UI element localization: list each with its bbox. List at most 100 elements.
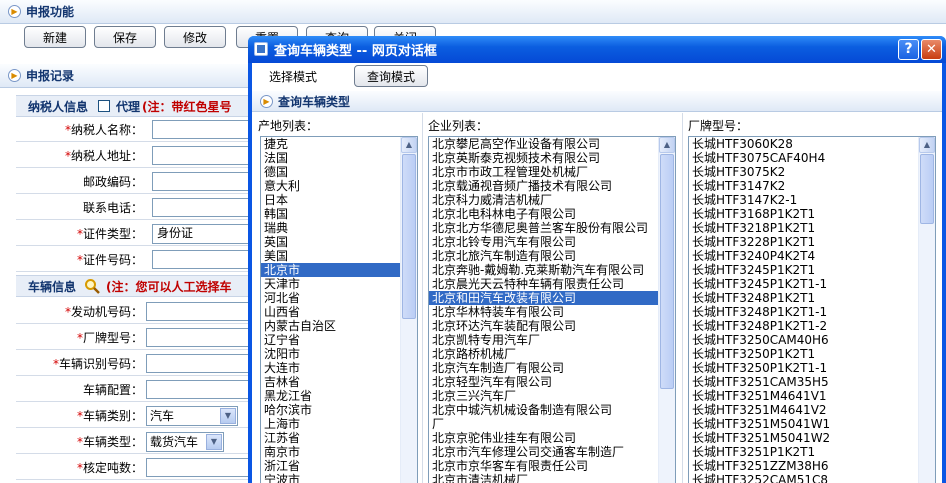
list-item[interactable]: 长城HTF3250P1K2T1-1	[689, 361, 935, 375]
list-item[interactable]: 长城HTF3075K2	[689, 165, 935, 179]
list-item[interactable]: 沈阳市	[261, 347, 417, 361]
vehicle-input-1[interactable]	[146, 328, 252, 347]
list-item[interactable]: 长城HTF3147K2	[689, 179, 935, 193]
taxpayer-input-2[interactable]	[152, 172, 252, 191]
list-item[interactable]: 长城HTF3250CAM40H6	[689, 333, 935, 347]
new-button[interactable]: 新建	[24, 26, 86, 48]
list-item[interactable]: 吉林省	[261, 375, 417, 389]
list-item[interactable]: 北京市京华客车有限责任公司	[429, 459, 675, 473]
list-item[interactable]: 北京奔驰-戴姆勒.克莱斯勒汽车有限公司	[429, 263, 675, 277]
taxpayer-input-1[interactable]	[152, 146, 252, 165]
list-item[interactable]: 北京市	[261, 263, 417, 277]
scroll-up-icon[interactable]: ▲	[401, 137, 417, 153]
list-item[interactable]: 天津市	[261, 277, 417, 291]
list-item[interactable]: 北京晨光天云特种车辆有限责任公司	[429, 277, 675, 291]
list-item[interactable]: 北京市汽车修理公司交通客车制造厂	[429, 445, 675, 459]
list-item[interactable]: 北京凯特专用汽车厂	[429, 333, 675, 347]
list-item[interactable]: 北京汽车制造厂有限公司	[429, 361, 675, 375]
list-item[interactable]: 北京北铃专用汽车有限公司	[429, 235, 675, 249]
list-item[interactable]: 瑞典	[261, 221, 417, 235]
list-item[interactable]: 哈尔滨市	[261, 403, 417, 417]
vertical-scrollbar[interactable]: ▲	[918, 137, 935, 483]
list-item[interactable]: 长城HTF3075CAF40H4	[689, 151, 935, 165]
list-item[interactable]: 山西省	[261, 305, 417, 319]
list-item[interactable]: 长城HTF3251CAM35H5	[689, 375, 935, 389]
chevron-down-icon[interactable]: ▼	[206, 434, 222, 450]
scroll-thumb[interactable]	[920, 154, 934, 224]
list-item[interactable]: 法国	[261, 151, 417, 165]
list-item[interactable]: 长城HTF3248P1K2T1	[689, 291, 935, 305]
list-item[interactable]: 北京北电科林电子有限公司	[429, 207, 675, 221]
list-item[interactable]: 长城HTF3251M4641V2	[689, 403, 935, 417]
list-item[interactable]: 北京环达汽车装配有限公司	[429, 319, 675, 333]
list-item[interactable]: 德国	[261, 165, 417, 179]
list-item[interactable]: 上海市	[261, 417, 417, 431]
list-item[interactable]: 长城HTF3240P4K2T4	[689, 249, 935, 263]
vehicle-category-select[interactable]: 汽车 ▼	[146, 406, 238, 426]
list-item[interactable]: 北京和田汽车改装有限公司	[429, 291, 675, 305]
list-item[interactable]: 长城HTF3245P1K2T1-1	[689, 277, 935, 291]
list-item[interactable]: 长城HTF3060K28	[689, 137, 935, 151]
save-button[interactable]: 保存	[94, 26, 156, 48]
list-item[interactable]: 韩国	[261, 207, 417, 221]
list-item[interactable]: 内蒙古自治区	[261, 319, 417, 333]
dialog-titlebar[interactable]: 查询车辆类型 -- 网页对话框	[248, 36, 946, 63]
tab-select-mode[interactable]: 选择模式	[258, 65, 328, 87]
list-item[interactable]: 长城HTF3250P1K2T1	[689, 347, 935, 361]
list-item[interactable]: 意大利	[261, 179, 417, 193]
list-item[interactable]: 长城HTF3248P1K2T1-1	[689, 305, 935, 319]
close-button[interactable]: ✕	[921, 39, 942, 60]
list-item[interactable]: 长城HTF3251M5041W1	[689, 417, 935, 431]
taxpayer-input-5[interactable]	[152, 250, 252, 269]
list-item[interactable]: 捷克	[261, 137, 417, 151]
list-item[interactable]: 英国	[261, 235, 417, 249]
list-item[interactable]: 美国	[261, 249, 417, 263]
vehicle-input-3[interactable]	[146, 380, 252, 399]
agent-checkbox[interactable]	[98, 100, 111, 112]
list-item[interactable]: 日本	[261, 193, 417, 207]
model-list[interactable]: 长城HTF3060K28 长城HTF3075CAF40H4 长城HTF3075K2 长…	[688, 136, 936, 483]
edit-button[interactable]: 修改	[164, 26, 226, 48]
list-item[interactable]: 北京科力威清洁机械厂	[429, 193, 675, 207]
list-item[interactable]: 北京攀尼高空作业设备有限公司	[429, 137, 675, 151]
help-button[interactable]: ?	[898, 39, 919, 60]
company-list[interactable]: 北京攀尼高空作业设备有限公司 北京英斯泰克视频技术有限公司 北京市市政工程管理处机械…	[428, 136, 676, 483]
list-item[interactable]: 北京华林特装车有限公司	[429, 305, 675, 319]
list-item[interactable]: 长城HTF3147K2-1	[689, 193, 935, 207]
list-item[interactable]: 北京北方华德尼奥普兰客车股份有限公司	[429, 221, 675, 235]
scroll-thumb[interactable]	[660, 154, 674, 389]
list-item[interactable]: 长城HTF3251M5041W2	[689, 431, 935, 445]
vertical-scrollbar[interactable]: ▲	[658, 137, 675, 483]
list-item[interactable]: 北京三兴汽车厂	[429, 389, 675, 403]
list-item[interactable]: 辽宁省	[261, 333, 417, 347]
vehicle-type-select[interactable]: 载货汽车 ▼	[146, 432, 224, 452]
list-item[interactable]: 长城HTF3251M4641V1	[689, 389, 935, 403]
list-item[interactable]: 长城HTF3245P1K2T1	[689, 263, 935, 277]
list-item[interactable]: 长城HTF3168P1K2T1	[689, 207, 935, 221]
list-item[interactable]: 长城HTF3228P1K2T1	[689, 235, 935, 249]
vehicle-input-0[interactable]	[146, 302, 252, 321]
list-item[interactable]: 北京中城汽机械设备制造有限公司	[429, 403, 675, 417]
list-item[interactable]: 北京市市政工程管理处机械厂	[429, 165, 675, 179]
scroll-up-icon[interactable]: ▲	[919, 137, 935, 153]
list-item[interactable]: 长城HTF3251P1K2T1	[689, 445, 935, 459]
list-item[interactable]: 北京轻型汽车有限公司	[429, 375, 675, 389]
list-item[interactable]: 厂	[429, 417, 675, 431]
vehicle-input-2[interactable]	[146, 354, 252, 373]
tab-query-mode[interactable]: 查询模式	[354, 65, 428, 87]
list-item[interactable]: 长城HTF3248P1K2T1-2	[689, 319, 935, 333]
list-item[interactable]: 北京路桥机械厂	[429, 347, 675, 361]
vertical-scrollbar[interactable]: ▲	[400, 137, 417, 483]
list-item[interactable]: 长城HTF3251ZZM38H6	[689, 459, 935, 473]
list-item[interactable]: 北京市清洁机械厂	[429, 473, 675, 483]
list-item[interactable]: 北京英斯泰克视频技术有限公司	[429, 151, 675, 165]
list-item[interactable]: 黑龙江省	[261, 389, 417, 403]
list-item[interactable]: 长城HTF3218P1K2T1	[689, 221, 935, 235]
list-item[interactable]: 北京载通视音频广播技术有限公司	[429, 179, 675, 193]
list-item[interactable]: 北京京驼伟业挂车有限公司	[429, 431, 675, 445]
list-item[interactable]: 南京市	[261, 445, 417, 459]
list-item[interactable]: 宁波市	[261, 473, 417, 483]
list-item[interactable]: 北京北旅汽车制造有限公司	[429, 249, 675, 263]
scroll-thumb[interactable]	[402, 154, 416, 319]
origin-list[interactable]: 捷克 法国 德国 意大利 日本 韩国 瑞典 英国 美国 北京市 天津市 河北省 山西省 内蒙古自治区 辽宁省…	[260, 136, 418, 483]
